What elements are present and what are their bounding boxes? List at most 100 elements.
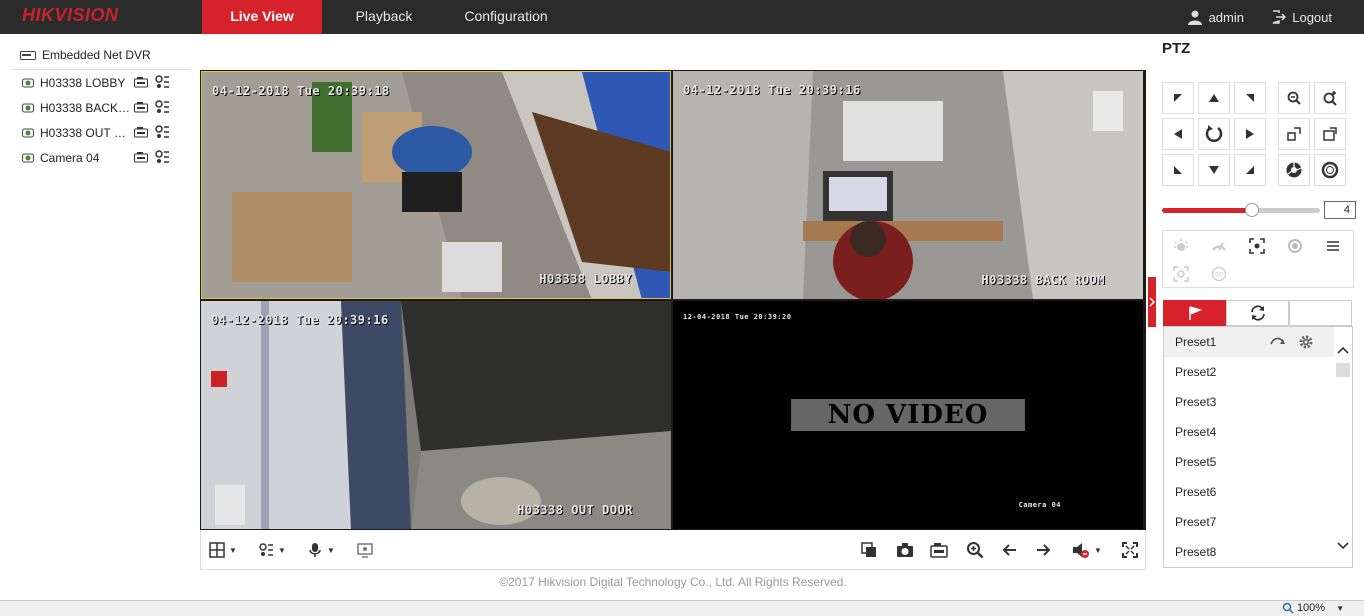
one-touch-focus-button[interactable] — [1241, 234, 1273, 258]
preset-scrollbar[interactable] — [1334, 327, 1352, 567]
browser-status-bar: 100% ▼ — [0, 600, 1364, 616]
user-menu[interactable]: admin — [1187, 7, 1244, 27]
capture-button[interactable] — [896, 540, 914, 560]
focus-near-button[interactable] — [1278, 118, 1310, 150]
collapse-ptz-panel-handle[interactable] — [1148, 277, 1156, 327]
device-tree-root[interactable]: Embedded Net DVR — [12, 40, 190, 70]
digital-zoom-all-button[interactable] — [357, 540, 373, 560]
monitor-icon — [357, 543, 373, 558]
focus-far-button[interactable] — [1314, 118, 1346, 150]
aux-focus-button[interactable] — [1165, 262, 1197, 286]
scrollbar-thumb[interactable] — [1336, 363, 1350, 377]
previous-page-button[interactable] — [1001, 540, 1017, 560]
preset-item[interactable]: Preset4 — [1164, 417, 1352, 447]
call-preset-icon[interactable] — [1270, 335, 1286, 349]
ptz-down-button[interactable] — [1198, 154, 1230, 186]
preset-label: Preset3 — [1175, 395, 1217, 409]
lens-init-button[interactable] — [1279, 234, 1311, 258]
digital-zoom-button[interactable] — [966, 540, 984, 560]
record-icon[interactable] — [134, 152, 148, 163]
zoom-level-control[interactable]: 100% ▼ — [1282, 602, 1344, 614]
username-label: admin — [1208, 9, 1244, 25]
preset-item[interactable]: Preset3 — [1164, 387, 1352, 417]
more-functions-button[interactable] — [1317, 234, 1349, 258]
camera-icon — [22, 128, 34, 137]
camera-item-back-room[interactable]: H03338 BACK ROOM — [12, 95, 190, 120]
zoom-icon — [1282, 602, 1294, 614]
ptz-icon[interactable] — [154, 100, 170, 114]
ptz-down-left-button[interactable] — [1162, 154, 1194, 186]
ptz-icon[interactable] — [154, 150, 170, 164]
record-icon[interactable] — [134, 102, 148, 113]
preset-item[interactable]: Preset5 — [1164, 447, 1352, 477]
tab-live-view[interactable]: Live View — [202, 0, 322, 34]
preset-item[interactable]: Preset2 — [1164, 357, 1352, 387]
ptz-down-right-button[interactable] — [1234, 154, 1266, 186]
slider-knob[interactable] — [1245, 203, 1260, 217]
preset-item[interactable]: Preset6 — [1164, 477, 1352, 507]
ptz-auto-button[interactable] — [1198, 118, 1230, 150]
fullscreen-button[interactable] — [1122, 540, 1138, 560]
tab-playback[interactable]: Playback — [338, 0, 430, 34]
ptz-icon[interactable] — [154, 125, 170, 139]
zoom-out-button[interactable] — [1278, 82, 1310, 114]
ptz-left-button[interactable] — [1162, 118, 1194, 150]
ptz-up-right-button[interactable] — [1234, 82, 1266, 114]
zoom-in-button[interactable] — [1314, 82, 1346, 114]
focus-near-icon — [1287, 127, 1301, 141]
preset-items: Preset1 Preset2 Preset3 Preset4 Preset5 Prese… — [1164, 327, 1352, 567]
gear-icon[interactable] — [1298, 334, 1314, 350]
camera-item-camera-04[interactable]: Camera 04 — [12, 145, 190, 170]
stop-all-preview-button[interactable] — [861, 540, 877, 560]
video-tile-out-door[interactable]: 04-12-2018 Tue 20:39:16 H03338 OUT DOOR — [201, 301, 671, 529]
stream-select-button[interactable]: ▼ — [258, 540, 286, 560]
chevron-down-icon: ▼ — [1094, 545, 1102, 555]
ptz-right-button[interactable] — [1234, 118, 1266, 150]
tab-configuration[interactable]: Configuration — [450, 0, 562, 34]
iris-close-button[interactable] — [1314, 154, 1346, 186]
window-layout-button[interactable]: ▼ — [209, 540, 237, 560]
audio-talk-button[interactable]: ▼ — [307, 540, 335, 560]
next-page-button[interactable] — [1036, 540, 1052, 560]
arrow-left-icon — [1174, 129, 1182, 139]
wiper-button[interactable] — [1203, 234, 1235, 258]
preset-item[interactable]: Preset8 — [1164, 537, 1352, 567]
video-tile-back-room[interactable]: 04-12-2018 Tue 20:39:16 H03338 BACK ROOM — [673, 71, 1143, 299]
ptz-up-left-button[interactable] — [1162, 82, 1194, 114]
ptz-icon[interactable] — [154, 75, 170, 89]
tab-pattern[interactable] — [1289, 300, 1352, 326]
video-tile-camera-04[interactable]: 12-04-2018 Tue 20:39:20 NO VIDEO Camera … — [673, 301, 1143, 529]
chevron-down-icon: ▼ — [1336, 603, 1344, 613]
ptz-speed-slider[interactable] — [1162, 203, 1320, 217]
record-icon[interactable] — [134, 77, 148, 88]
chevron-down-icon[interactable] — [1334, 539, 1352, 553]
arrow-up-right-icon — [1246, 94, 1254, 102]
iris-open-button[interactable] — [1278, 154, 1310, 186]
arrow-up-icon — [1209, 94, 1219, 102]
record-icon[interactable] — [134, 127, 148, 138]
record-all-button[interactable] — [930, 540, 948, 560]
arrow-right-icon — [1037, 544, 1051, 556]
preset-item[interactable]: Preset7 — [1164, 507, 1352, 537]
camera-item-lobby[interactable]: H03338 LOBBY — [12, 70, 190, 95]
3d-positioning-icon: 3D — [1211, 266, 1227, 282]
ptz-up-button[interactable] — [1198, 82, 1230, 114]
video-tile-lobby[interactable]: 04-12-2018 Tue 20:39:18 H03338 LOBBY — [201, 71, 671, 299]
volume-button[interactable]: ▼ — [1072, 540, 1102, 560]
preset-item[interactable]: Preset1 — [1164, 327, 1352, 357]
video-timestamp: 04-12-2018 Tue 20:39:18 — [212, 84, 390, 98]
tab-presets[interactable] — [1163, 300, 1226, 326]
arrow-right-icon — [1246, 129, 1254, 139]
tab-patrol[interactable] — [1226, 300, 1289, 326]
camera-item-out-door[interactable]: H03338 OUT DOOR — [12, 120, 190, 145]
video-channel-name: H03338 LOBBY — [539, 272, 632, 286]
3d-positioning-button[interactable]: 3D — [1203, 262, 1235, 286]
camera-label: H03338 OUT DOOR — [40, 125, 132, 140]
camera-icon — [22, 78, 34, 87]
logout-button[interactable]: Logout — [1272, 7, 1332, 27]
light-button[interactable] — [1165, 234, 1197, 258]
chevron-up-icon[interactable] — [1334, 343, 1352, 357]
video-timestamp: 04-12-2018 Tue 20:39:16 — [211, 313, 389, 327]
video-grid: 04-12-2018 Tue 20:39:18 H03338 LOBBY 04-… — [200, 70, 1146, 530]
zoom-level-value: 100% — [1296, 602, 1326, 614]
